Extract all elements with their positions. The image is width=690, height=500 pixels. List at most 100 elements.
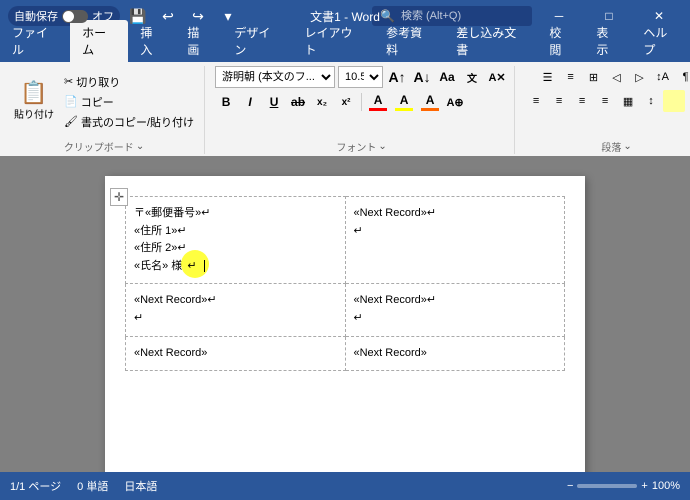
font-phonetic-button[interactable]: 文	[461, 66, 483, 88]
font-size-select[interactable]: 10.5	[338, 66, 383, 88]
underline-button[interactable]: U	[263, 91, 285, 113]
doc-area[interactable]: ✛ 〒«郵便番号»↵ «住所 1»↵ «住所 2»↵ «氏名» 様 ↵	[0, 156, 690, 472]
table-row: «Next Record»↵ ↵ «Next Record»↵ ↵	[126, 284, 565, 336]
line-spacing-button[interactable]: ↕	[640, 90, 662, 112]
font-row1: 游明朝 (本文のフ... 10.5 A↑ A↓ Aa 文 A✕	[215, 66, 508, 88]
tab-layout[interactable]: レイアウト	[293, 20, 375, 62]
tab-mailings[interactable]: 差し込み文書	[444, 20, 537, 62]
numbering-button[interactable]: ≡	[560, 66, 582, 88]
font-effects-button[interactable]: A⊕	[444, 91, 466, 113]
align-center-button[interactable]: ≡	[548, 90, 570, 112]
cut-button[interactable]: ✂ 切り取り	[60, 72, 198, 91]
table-cell-3[interactable]: «Next Record»↵ ↵	[126, 284, 346, 336]
paragraph-expand-icon[interactable]: ⌄	[623, 141, 631, 152]
zoom-in-button[interactable]: +	[641, 480, 647, 492]
table-row: 〒«郵便番号»↵ «住所 1»↵ «住所 2»↵ «氏名» 様 ↵	[126, 197, 565, 284]
mail-merge-table: 〒«郵便番号»↵ «住所 1»↵ «住所 2»↵ «氏名» 様 ↵	[125, 196, 565, 371]
italic-button[interactable]: I	[239, 91, 261, 113]
paragraph-label: 段落 ⌄	[601, 139, 631, 154]
doc-title: 文書1 - Word	[310, 8, 380, 25]
table-cell-6[interactable]: «Next Record»	[345, 336, 565, 371]
cell1-line2: «住所 1»↵	[134, 223, 337, 241]
highlight-button[interactable]: A	[392, 91, 416, 113]
paste-button[interactable]: 📋 貼り付け	[10, 72, 58, 132]
decrease-indent-button[interactable]: ◁	[606, 66, 628, 88]
strikethrough-button[interactable]: ab	[287, 91, 309, 113]
tab-design[interactable]: デザイン	[222, 20, 292, 62]
tab-references[interactable]: 参考資料	[374, 20, 444, 62]
font-group-content: 游明朝 (本文のフ... 10.5 A↑ A↓ Aa 文 A✕ B I U ab…	[215, 66, 508, 137]
font-label: フォント ⌄	[336, 139, 386, 154]
paragraph-group-content: ☰ ≡ ⊞ ◁ ▷ ↕A ¶ ≡ ≡ ≡ ≡ ▦ ↕ ⊞	[525, 66, 690, 137]
show-marks-button[interactable]: ¶	[675, 66, 690, 88]
tab-help[interactable]: ヘルプ	[631, 20, 690, 62]
table-cell-2[interactable]: «Next Record»↵ ↵	[345, 197, 565, 284]
cell1-line4: «氏名» 様 ↵	[134, 258, 337, 276]
title-bar-center: 文書1 - Word	[310, 8, 380, 25]
cell3-content: «Next Record»↵ ↵	[134, 292, 337, 327]
multilevel-button[interactable]: ⊞	[583, 66, 605, 88]
tab-file[interactable]: ファイル	[0, 20, 70, 62]
font-color-button[interactable]: A	[366, 91, 390, 113]
word-count: 0 単語	[77, 478, 108, 494]
column-button[interactable]: ▦	[617, 90, 639, 112]
tab-review[interactable]: 校閲	[537, 20, 584, 62]
paste-label: 貼り付け	[14, 106, 54, 121]
cell6-content: «Next Record»	[354, 345, 557, 363]
clipboard-group-content: 📋 貼り付け ✂ 切り取り 📄 コピー 🖌 書式のコピー/貼り付け	[10, 66, 198, 137]
cell5-content: «Next Record»	[134, 345, 337, 363]
font-color-underline	[369, 108, 387, 111]
format-copy-icon: 🖌	[64, 115, 78, 128]
autosave-toggle[interactable]	[62, 10, 88, 23]
clipboard-small-buttons: ✂ 切り取り 📄 コピー 🖌 書式のコピー/貼り付け	[60, 72, 198, 131]
font-expand-icon[interactable]: ⌄	[378, 141, 386, 152]
tab-view[interactable]: 表示	[584, 20, 631, 62]
highlight-underline	[395, 108, 413, 111]
align-right-button[interactable]: ≡	[571, 90, 593, 112]
bullets-button[interactable]: ☰	[537, 66, 559, 88]
shading-button[interactable]	[663, 90, 685, 112]
paragraph-group: ☰ ≡ ⊞ ◁ ▷ ↕A ¶ ≡ ≡ ≡ ≡ ▦ ↕ ⊞ 段落 ⌄	[519, 66, 690, 154]
clipboard-expand-icon[interactable]: ⌄	[136, 141, 144, 152]
font-group: 游明朝 (本文のフ... 10.5 A↑ A↓ Aa 文 A✕ B I U ab…	[209, 66, 515, 154]
subscript-button[interactable]: x₂	[311, 91, 333, 113]
format-copy-label: 書式のコピー/貼り付け	[81, 114, 194, 130]
page-info: 1/1 ページ	[10, 478, 61, 494]
copy-label: コピー	[81, 94, 114, 110]
zoom-slider[interactable]	[577, 484, 637, 488]
table-cell-4[interactable]: «Next Record»↵ ↵	[345, 284, 565, 336]
copy-button[interactable]: 📄 コピー	[60, 92, 198, 111]
para-row2: ≡ ≡ ≡ ≡ ▦ ↕ ⊞	[525, 90, 690, 112]
align-justify-button[interactable]: ≡	[594, 90, 616, 112]
font-row2: B I U ab x₂ x² A A A	[215, 91, 466, 113]
font-clear-button[interactable]: A✕	[486, 66, 508, 88]
tab-draw[interactable]: 描画	[175, 20, 222, 62]
paste-icon: 📋	[20, 82, 47, 104]
zoom-out-button[interactable]: −	[567, 480, 573, 492]
cell1-line3: «住所 2»↵	[134, 240, 337, 258]
tab-insert[interactable]: 挿入	[128, 20, 175, 62]
add-table-button[interactable]: ✛	[110, 188, 128, 206]
align-left-button[interactable]: ≡	[525, 90, 547, 112]
table-cell-5[interactable]: «Next Record»	[126, 336, 346, 371]
table-row: «Next Record» «Next Record»	[126, 336, 565, 371]
border-button[interactable]: ⊞	[686, 90, 690, 112]
sort-button[interactable]: ↕A	[652, 66, 674, 88]
font-case-button[interactable]: Aa	[436, 66, 458, 88]
cell4-content: «Next Record»↵ ↵	[354, 292, 557, 327]
highlight-letter: A	[400, 93, 409, 107]
format-copy-button[interactable]: 🖌 書式のコピー/貼り付け	[60, 112, 198, 131]
language: 日本語	[124, 478, 157, 494]
font-grow-button[interactable]: A↑	[386, 66, 408, 88]
ribbon-content: 📋 貼り付け ✂ 切り取り 📄 コピー 🖌 書式のコピー/貼り付け クリップ	[0, 62, 690, 156]
bold-button[interactable]: B	[215, 91, 237, 113]
font-color2-letter: A	[426, 93, 435, 107]
superscript-button[interactable]: x²	[335, 91, 357, 113]
font-color2-button[interactable]: A	[418, 91, 442, 113]
font-shrink-button[interactable]: A↓	[411, 66, 433, 88]
tab-home[interactable]: ホーム	[70, 20, 128, 62]
font-name-select[interactable]: 游明朝 (本文のフ...	[215, 66, 335, 88]
increase-indent-button[interactable]: ▷	[629, 66, 651, 88]
zoom-control[interactable]: − + 100%	[567, 480, 680, 492]
table-cell-1[interactable]: 〒«郵便番号»↵ «住所 1»↵ «住所 2»↵ «氏名» 様 ↵	[126, 197, 346, 284]
